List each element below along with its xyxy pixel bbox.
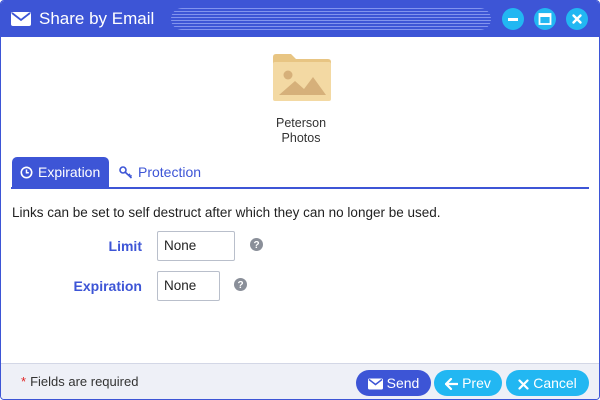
prev-label: Prev [462, 375, 491, 391]
item-name-line1: Peterson [275, 116, 327, 130]
tab-underline [11, 187, 589, 189]
required-star: * [21, 374, 27, 389]
cancel-label: Cancel [533, 375, 577, 391]
expiration-description: Links can be set to self destruct after … [12, 205, 441, 220]
required-note-text: Fields are required [30, 374, 139, 389]
dialog-footer: * Fields are required Send Prev Cancel [1, 363, 599, 399]
cancel-button[interactable]: Cancel [506, 370, 589, 396]
share-by-email-dialog: Share by Email Peterson Photos Expiratio… [0, 0, 600, 400]
folder-image-icon[interactable] [271, 51, 333, 103]
tab-expiration[interactable]: Expiration [12, 157, 109, 188]
send-button[interactable]: Send [356, 370, 431, 396]
key-icon [119, 166, 133, 179]
prev-button[interactable]: Prev [434, 370, 502, 396]
tab-expiration-label: Expiration [38, 164, 101, 180]
tab-protection[interactable]: Protection [119, 157, 229, 188]
limit-field[interactable]: None [157, 231, 235, 261]
minimize-icon [508, 18, 518, 21]
expiration-field[interactable]: None [157, 271, 220, 301]
close-icon [518, 379, 529, 390]
arrow-left-icon [444, 377, 459, 391]
expiration-label: Expiration [73, 278, 142, 294]
question-circle-icon[interactable]: ? [234, 278, 247, 291]
maximize-button[interactable] [534, 8, 556, 30]
item-name-line2: Photos [281, 131, 321, 145]
question-circle-icon[interactable]: ? [250, 238, 263, 251]
title-drag-handle[interactable] [171, 8, 491, 30]
required-note: * Fields are required [21, 374, 138, 390]
limit-label: Limit [108, 238, 142, 254]
envelope-icon [367, 378, 383, 390]
send-label: Send [386, 375, 420, 391]
window-title: Share by Email [39, 9, 155, 28]
item-name: Peterson Photos [241, 116, 361, 146]
minimize-button[interactable] [502, 8, 524, 30]
maximize-icon [538, 13, 552, 25]
close-button[interactable] [566, 8, 588, 30]
svg-text:?: ? [253, 240, 259, 251]
close-icon [572, 14, 582, 24]
tab-protection-label: Protection [138, 164, 202, 180]
title-bar[interactable]: Share by Email [1, 1, 599, 37]
svg-text:?: ? [237, 280, 243, 291]
envelope-icon [11, 12, 31, 26]
clock-icon [20, 166, 33, 179]
